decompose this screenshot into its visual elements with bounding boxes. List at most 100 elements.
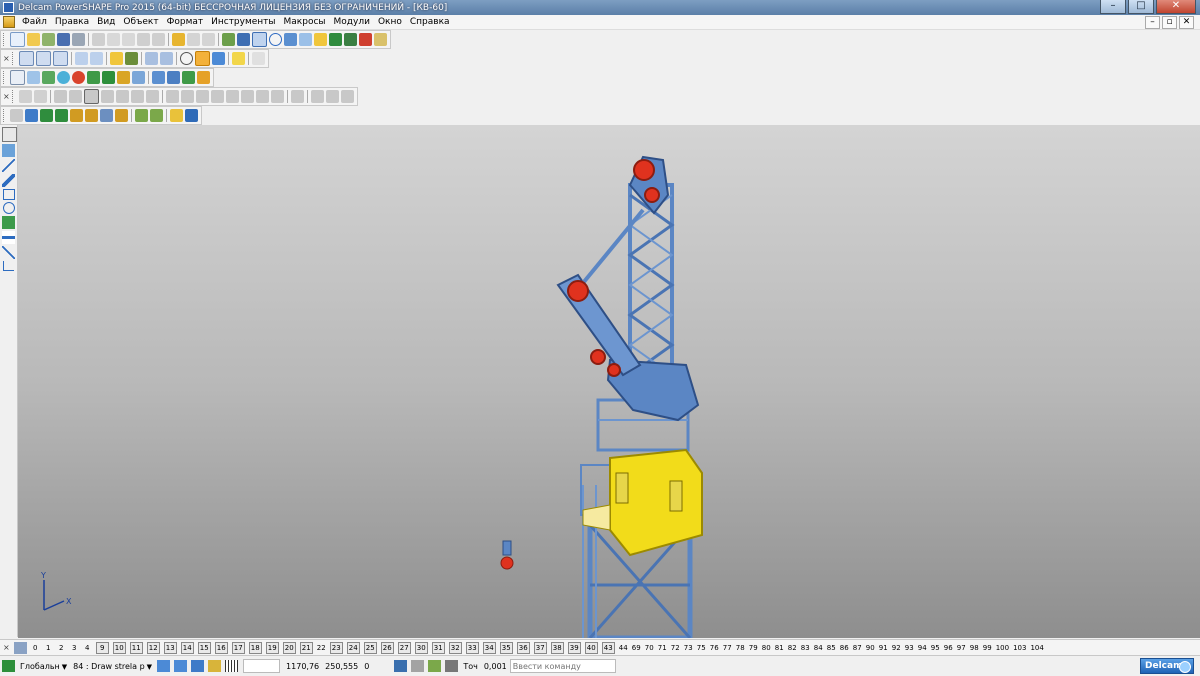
menu-file[interactable]: Файл [18, 17, 51, 27]
render-icon[interactable] [211, 52, 225, 65]
level-item[interactable]: 94 [918, 643, 927, 653]
lamp-icon[interactable] [231, 52, 245, 65]
view-front-icon[interactable] [18, 51, 34, 66]
level-item[interactable]: 19 [265, 641, 279, 654]
level-item[interactable]: 90 [866, 643, 875, 653]
mdi-minimize-button[interactable]: – [1145, 16, 1160, 29]
open-icon[interactable] [27, 33, 40, 46]
copy-move-icon[interactable] [83, 89, 99, 104]
level-item[interactable]: 96 [944, 643, 953, 653]
feature-list-icon[interactable] [170, 109, 183, 122]
view-top-icon[interactable] [35, 51, 51, 66]
workplane-icon[interactable] [2, 660, 15, 672]
spline-icon[interactable] [2, 246, 15, 259]
new-icon[interactable] [10, 32, 25, 47]
copy-icon[interactable] [107, 33, 120, 46]
level-item[interactable]: 36 [516, 641, 530, 654]
draft-icon[interactable] [340, 90, 354, 103]
save-icon[interactable] [57, 33, 70, 46]
level-item[interactable]: 16 [214, 641, 228, 654]
level-item[interactable]: 27 [397, 641, 411, 654]
dimension-draw-icon[interactable] [3, 261, 14, 271]
document-icon[interactable] [3, 16, 15, 28]
boolean-icon[interactable] [225, 90, 239, 103]
toolbar-close-icon[interactable]: × [3, 54, 10, 63]
rectangle-icon[interactable] [3, 189, 15, 200]
line-icon[interactable] [2, 159, 15, 172]
zoom-icon[interactable] [124, 52, 138, 65]
level-item[interactable]: 12 [146, 641, 160, 654]
level-item[interactable]: 4 [83, 643, 92, 653]
level-item[interactable]: 1 [44, 643, 53, 653]
level-item[interactable]: 84 [814, 643, 823, 653]
level-item[interactable]: 71 [658, 643, 667, 653]
pattern-icon[interactable] [115, 109, 128, 122]
level-item[interactable]: 33 [465, 641, 479, 654]
menu-object[interactable]: Объект [119, 17, 162, 27]
solid-icon[interactable] [329, 33, 342, 46]
level-item[interactable]: 77 [723, 643, 732, 653]
wire-icon[interactable] [42, 71, 55, 84]
level-item[interactable]: 34 [482, 641, 496, 654]
level-item[interactable]: 93 [905, 643, 914, 653]
level-item[interactable]: 99 [983, 643, 992, 653]
menu-help[interactable]: Справка [406, 17, 454, 27]
level-item[interactable]: 87 [853, 643, 862, 653]
layer-icon[interactable] [174, 660, 188, 672]
surface-draw-icon[interactable] [2, 231, 15, 244]
pointer-icon[interactable] [2, 127, 17, 142]
globe-icon[interactable] [179, 52, 193, 65]
sheet-icon[interactable] [27, 71, 40, 84]
level-item[interactable]: 9 [95, 641, 109, 654]
command-input[interactable] [509, 659, 616, 673]
info-icon[interactable] [222, 33, 235, 46]
level-item[interactable]: 82 [788, 643, 797, 653]
menu-view[interactable]: Вид [93, 17, 119, 27]
level-item[interactable]: 70 [645, 643, 654, 653]
calculator-icon[interactable] [394, 660, 408, 672]
rotate-icon[interactable] [109, 52, 123, 65]
select-icon[interactable] [252, 32, 267, 47]
level-item[interactable]: 30 [414, 641, 428, 654]
assembly-icon[interactable] [359, 33, 372, 46]
level-item[interactable]: 0 [31, 643, 40, 653]
level-item[interactable]: 85 [827, 643, 836, 653]
level-item[interactable]: 35 [499, 641, 513, 654]
level-item[interactable]: 100 [996, 643, 1009, 653]
sweep-icon[interactable] [70, 109, 83, 122]
level-item[interactable]: 81 [775, 643, 784, 653]
edit-icon[interactable] [137, 33, 150, 46]
extrude-icon[interactable] [40, 109, 53, 122]
level-item[interactable]: 69 [632, 643, 641, 653]
add-component-icon[interactable] [182, 71, 195, 84]
solid-feature-icon[interactable] [10, 109, 23, 122]
trim-icon[interactable] [255, 90, 269, 103]
undo-icon[interactable] [172, 33, 185, 46]
cone-icon[interactable] [87, 71, 100, 84]
recycle-icon[interactable] [197, 71, 210, 84]
view-multi-icon[interactable] [89, 52, 103, 65]
toolbar-grip[interactable] [11, 52, 16, 65]
graphics-viewport[interactable]: X Y [18, 125, 1200, 638]
offset-icon[interactable] [145, 90, 159, 103]
level-item[interactable]: 97 [957, 643, 966, 653]
level-item[interactable]: 83 [801, 643, 810, 653]
erase-icon[interactable] [152, 33, 165, 46]
level-item[interactable]: 17 [231, 641, 245, 654]
toolbar-grip[interactable] [3, 71, 7, 84]
grid-icon[interactable] [225, 660, 239, 672]
level-item[interactable]: 91 [879, 643, 888, 653]
extend-icon[interactable] [270, 90, 284, 103]
tolerance-icon[interactable] [445, 660, 459, 672]
frame-icon[interactable] [132, 71, 145, 84]
level-item[interactable]: 18 [248, 641, 262, 654]
level-item[interactable]: 40 [584, 641, 598, 654]
toolbar-grip[interactable] [11, 90, 16, 103]
toolbar-grip[interactable] [3, 33, 7, 46]
level-item[interactable]: 95 [931, 643, 940, 653]
level-item[interactable]: 104 [1030, 643, 1043, 653]
fillet-icon[interactable] [195, 90, 209, 103]
menu-format[interactable]: Формат [163, 17, 208, 27]
revolve-icon[interactable] [55, 109, 68, 122]
level-filter-icon[interactable] [13, 641, 27, 654]
